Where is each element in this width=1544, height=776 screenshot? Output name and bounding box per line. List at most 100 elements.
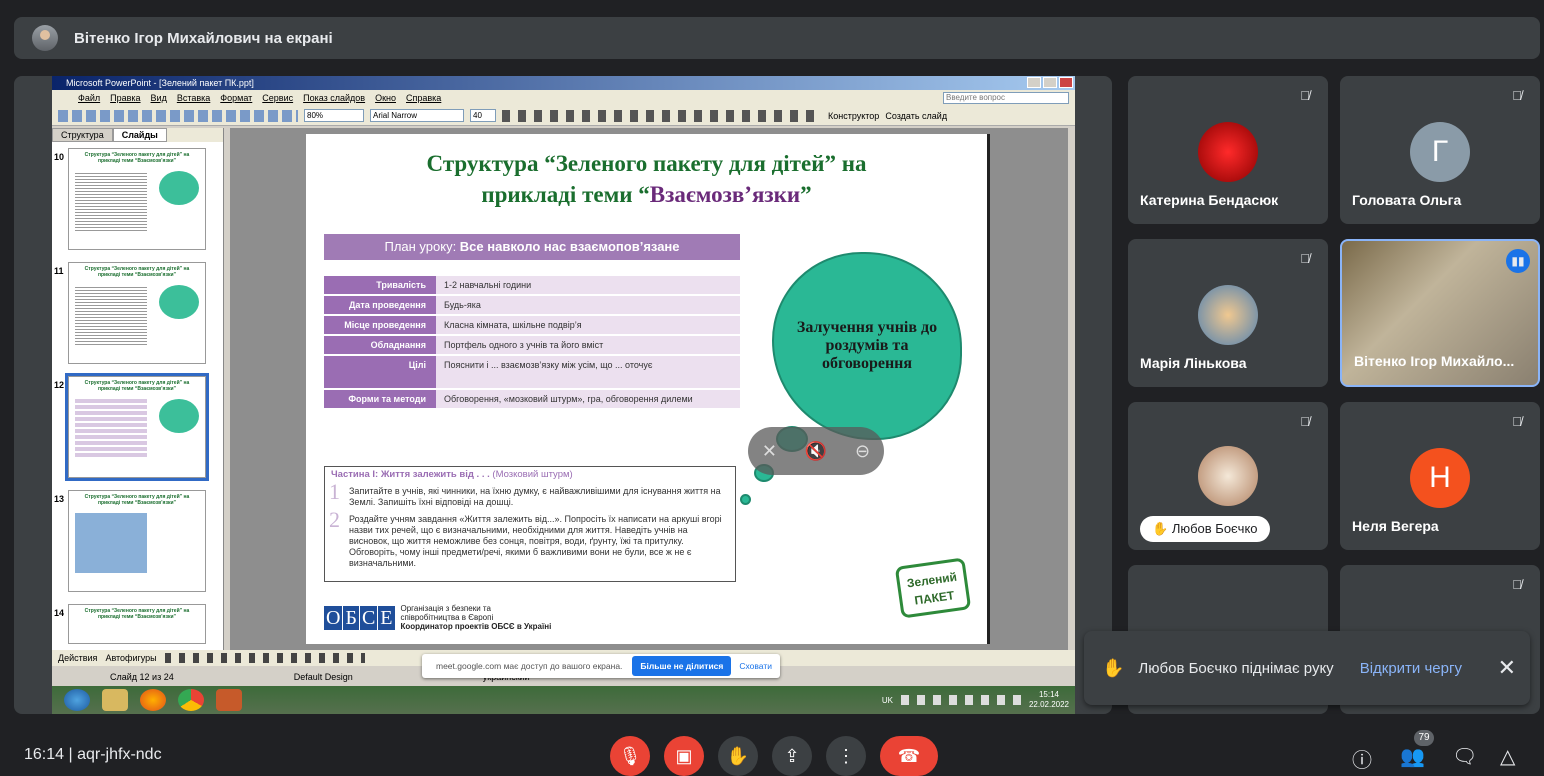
mic-off-icon: 🎙̸ <box>1512 88 1522 103</box>
thumb-title: Структура “Зеленого пакету для дітей” на… <box>84 380 190 392</box>
menu-slideshow[interactable]: Показ слайдов <box>303 93 365 103</box>
zoom-select[interactable]: 80% <box>304 109 364 122</box>
close-icon[interactable]: ✕ <box>1498 655 1516 681</box>
actions-menu[interactable]: Действия <box>58 653 97 663</box>
participant-name: Марія Лінькова <box>1140 355 1247 371</box>
stop-sharing-button[interactable]: Більше не ділитися <box>632 656 732 676</box>
plan-title: Все навколо нас взаємопов’язане <box>459 239 680 254</box>
powerpoint-window: Microsoft PowerPoint - [Зелений пакет ПК… <box>52 76 1075 714</box>
table-key: Дата проведення <box>324 296 436 314</box>
tab-outline[interactable]: Структура <box>52 128 113 142</box>
remove-icon[interactable]: ⊖ <box>855 441 870 462</box>
present-icon: ⇪ <box>784 745 800 766</box>
table-key: Цілі <box>324 356 436 388</box>
thumb-number: 14 <box>54 608 65 618</box>
table-value: Будь-яка <box>436 296 740 314</box>
mute-off-icon[interactable]: 🔇 <box>805 441 827 462</box>
menu-edit[interactable]: Правка <box>110 93 140 103</box>
menu-file[interactable]: Файл <box>78 93 100 103</box>
chat-icon[interactable]: 🗨 <box>1452 744 1477 769</box>
camera-toggle-button[interactable]: ▣ <box>664 736 704 776</box>
part-item: 1 Запитайте в учнів, які чинники, на їхню… <box>329 479 729 508</box>
present-button[interactable]: ⇪ <box>772 736 812 776</box>
thumb-number: 12 <box>54 380 65 390</box>
ask-question-input[interactable]: Введите вопрос <box>943 92 1069 104</box>
mic-off-icon: 🎙̸ <box>1300 251 1310 266</box>
slide-thumbnail[interactable]: Структура “Зеленого пакету для дітей” на… <box>68 490 206 592</box>
activities-icon[interactable]: △ <box>1500 744 1515 769</box>
new-slide-button[interactable]: Создать слайд <box>885 111 947 121</box>
slide-thumbnail[interactable]: Структура “Зеленого пакету для дітей” на… <box>68 604 206 644</box>
tray-icons[interactable] <box>900 695 1021 705</box>
osce-line: співробітництва в Європі <box>400 613 494 622</box>
explorer-icon[interactable] <box>102 689 128 711</box>
thumb-number: 13 <box>54 494 65 504</box>
screen-share: Microsoft PowerPoint - [Зелений пакет ПК… <box>14 76 1112 714</box>
participant-tile[interactable]: 🎙̸ Марія Лінькова <box>1128 239 1328 387</box>
slide-thumbnail[interactable]: Структура “Зеленого пакету для дітей” на… <box>68 262 206 364</box>
table-row: Тривалість 1-2 навчальні години <box>324 276 740 296</box>
info-icon[interactable]: ⓘ <box>1352 744 1372 773</box>
participant-tile[interactable]: 🎙̸ ✋ Любов Боєчко <box>1128 402 1328 550</box>
people-icon[interactable]: 👥 <box>1400 744 1425 769</box>
participant-avatar-photo <box>1198 285 1258 345</box>
pin-icon[interactable]: ✕ <box>762 441 777 462</box>
font-name-select[interactable]: Arial Narrow <box>370 109 464 122</box>
chrome-icon[interactable] <box>178 689 204 711</box>
sharing-text: meet.google.com має доступ до вашого екр… <box>436 661 623 671</box>
toolbar-icons[interactable] <box>58 109 298 122</box>
slide-thumbnail[interactable]: Структура “Зеленого пакету для дітей” на… <box>68 148 206 250</box>
participant-tile[interactable]: 🎙̸ Н Неля Вегера <box>1340 402 1540 550</box>
menu-service[interactable]: Сервис <box>262 93 293 103</box>
table-value: 1-2 навчальні години <box>436 276 740 294</box>
participant-avatar-photo <box>1198 446 1258 506</box>
participant-tile[interactable]: 🎙̸ Катерина Бендасюк <box>1128 76 1328 224</box>
thumb-title: Структура “Зеленого пакету для дітей” на… <box>84 608 190 620</box>
menu-help[interactable]: Справка <box>406 93 441 103</box>
tray-language[interactable]: UK <box>882 696 893 705</box>
tab-slides[interactable]: Слайды <box>112 128 167 142</box>
designer-button[interactable]: Конструктор <box>828 111 879 121</box>
part-item-text: Роздайте учням завдання «Життя залежить … <box>349 514 722 568</box>
part-heading-bold: Частина І: Життя залежить від . . . <box>331 469 490 480</box>
powerpoint-taskbar-icon[interactable] <box>216 689 242 711</box>
drawing-icons[interactable] <box>164 653 365 663</box>
tray-time: 15:14 <box>1038 690 1059 699</box>
menu-insert[interactable]: Вставка <box>177 93 210 103</box>
open-queue-link[interactable]: Відкрити чергу <box>1360 660 1462 677</box>
participant-tile-speaking[interactable]: ▮▮ Вітенко Ігор Михайло... <box>1340 239 1540 387</box>
participant-tile[interactable]: 🎙̸ Г Головата Ольга <box>1340 76 1540 224</box>
thumb-title: Структура “Зеленого пакету для дітей” на… <box>84 494 190 506</box>
mic-off-icon: 🎙̸ <box>1512 414 1522 429</box>
meeting-code[interactable]: aqr-jhfx-ndc <box>77 746 161 763</box>
part-heading: Частина І: Життя залежить від . . . (Моз… <box>331 469 729 480</box>
leave-call-button[interactable]: ☎ <box>880 736 938 776</box>
start-icon[interactable] <box>64 689 90 711</box>
more-options-button[interactable]: ⋮ <box>826 736 866 776</box>
table-row: Обладнання Портфель одного з учнів та йог… <box>324 336 740 356</box>
menu-window[interactable]: Окно <box>375 93 396 103</box>
osce-letter: Б <box>343 605 359 630</box>
font-size-select[interactable]: 40 <box>470 109 496 122</box>
current-slide: Структура “Зеленого пакету для дітей” на… <box>306 134 990 644</box>
menu-format[interactable]: Формат <box>220 93 252 103</box>
presenter-avatar <box>32 25 58 51</box>
participant-initial-avatar: Н <box>1410 448 1470 508</box>
part-item-text: Запитайте в учнів, які чинники, на їхню … <box>349 486 721 507</box>
raise-hand-button[interactable]: ✋ <box>718 736 758 776</box>
menu-view[interactable]: Вид <box>151 93 167 103</box>
clock: 16:14 <box>24 746 65 763</box>
minimize-button[interactable] <box>1027 77 1041 88</box>
mic-off-icon: 🎙 <box>618 745 642 766</box>
maximize-button[interactable] <box>1043 77 1057 88</box>
part-item-number: 1 <box>329 479 340 504</box>
format-icons[interactable] <box>502 109 822 122</box>
slide-thumbnail-selected[interactable]: Структура “Зеленого пакету для дітей” на… <box>65 373 209 481</box>
autoshapes-menu[interactable]: Автофигуры <box>105 653 156 663</box>
close-button[interactable] <box>1059 77 1073 88</box>
mic-toggle-button[interactable]: 🎙 <box>610 736 650 776</box>
table-row: Дата проведення Будь-яка <box>324 296 740 316</box>
firefox-icon[interactable] <box>140 689 166 711</box>
meeting-info: 16:14 | aqr-jhfx-ndc <box>24 746 162 763</box>
hide-banner-button[interactable]: Сховати <box>739 661 772 671</box>
